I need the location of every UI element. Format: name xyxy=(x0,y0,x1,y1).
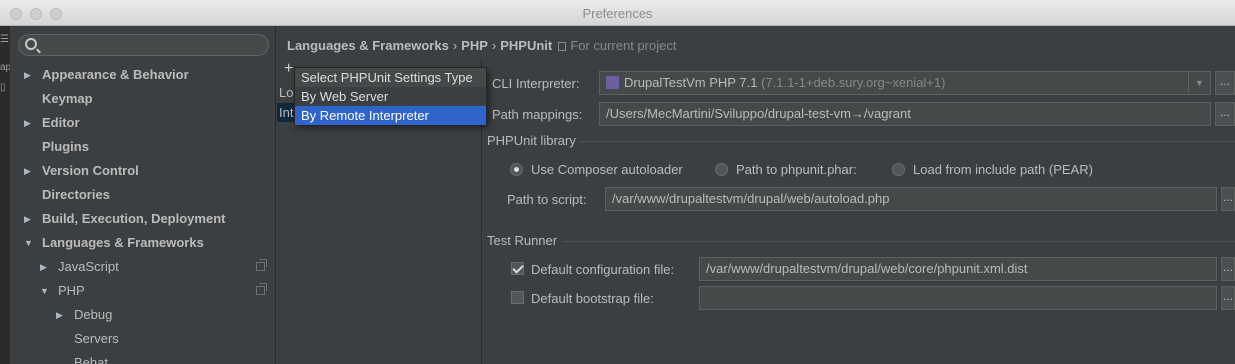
breadcrumb-languages-frameworks[interactable]: Languages & Frameworks xyxy=(287,38,449,53)
sidebar-item-directories[interactable]: Directories xyxy=(10,183,276,207)
path-mappings-field[interactable]: /Users/MecMartini/Sviluppo/drupal-test-v… xyxy=(599,102,1211,126)
default-configuration-label[interactable]: Default configuration file: xyxy=(531,262,674,277)
sidebar-item-label: Appearance & Behavior xyxy=(42,67,189,82)
path-to-script-label: Path to script: xyxy=(507,192,587,207)
cli-interpreter-version: (7.1.1-1+deb.sury.org~xenial+1) xyxy=(761,75,946,90)
path-mappings-label: Path mappings: xyxy=(492,107,583,122)
breadcrumb-separator: › xyxy=(491,38,497,53)
phpunit-settings-type-menu: Select PHPUnit Settings Type By Web Serv… xyxy=(294,67,487,125)
sidebar-item-label: Debug xyxy=(74,307,113,322)
path-to-phar-radio[interactable] xyxy=(715,163,728,176)
settings-sidebar: ▶ Appearance & Behavior Keymap ▶ Editor Plugi… xyxy=(10,26,276,364)
load-from-include-path-radio[interactable] xyxy=(892,163,905,176)
default-bootstrap-checkbox[interactable] xyxy=(511,291,524,304)
sidebar-item-label: Plugins xyxy=(42,139,89,154)
sidebar-item-appearance-behavior[interactable]: ▶ Appearance & Behavior xyxy=(10,63,276,87)
search-icon xyxy=(25,38,37,50)
default-bootstrap-label[interactable]: Default bootstrap file: xyxy=(531,291,654,306)
sidebar-item-plugins[interactable]: Plugins xyxy=(10,135,276,159)
phpunit-library-title: PHPUnit library xyxy=(487,133,576,148)
cli-interpreter-select[interactable]: DrupalTestVm PHP 7.1 (7.1.1-1+deb.sury.o… xyxy=(599,71,1211,95)
sidebar-item-languages-frameworks[interactable]: ▼ Languages & Frameworks xyxy=(10,231,276,255)
expand-arrow-icon[interactable]: ▶ xyxy=(24,63,31,87)
expand-arrow-icon[interactable]: ▶ xyxy=(24,111,31,135)
list-icon: ☰ xyxy=(0,34,9,45)
breadcrumb-separator: › xyxy=(452,38,458,53)
breadcrumb: Languages & Frameworks › PHP › PHPUnit For cu… xyxy=(287,38,676,53)
sidebar-item-label: JavaScript xyxy=(58,259,119,274)
use-composer-autoloader-radio[interactable] xyxy=(510,163,523,176)
sidebar-item-label: Languages & Frameworks xyxy=(42,235,204,250)
menu-item-by-web-server[interactable]: By Web Server xyxy=(295,87,486,106)
project-scope-label: For current project xyxy=(570,38,677,53)
add-configuration-button[interactable]: + xyxy=(284,60,293,78)
sidebar-item-version-control[interactable]: ▶ Version Control xyxy=(10,159,276,183)
sidebar-item-label: Keymap xyxy=(42,91,93,106)
sidebar-item-php[interactable]: ▼ PHP xyxy=(10,279,276,303)
expand-arrow-icon[interactable]: ▶ xyxy=(24,207,31,231)
path-to-phar-label[interactable]: Path to phpunit.phar: xyxy=(736,162,857,177)
load-from-include-path-label[interactable]: Load from include path (PEAR) xyxy=(913,162,1093,177)
project-level-icon xyxy=(256,283,267,295)
sidebar-item-label: Version Control xyxy=(42,163,139,178)
path-to-script-field[interactable]: /var/www/drupaltestvm/drupal/web/autoloa… xyxy=(605,187,1217,211)
sidebar-item-servers[interactable]: Servers xyxy=(10,327,276,351)
default-configuration-checkbox[interactable] xyxy=(511,262,524,275)
configuration-item-local[interactable]: Lo xyxy=(279,85,293,100)
sidebar-item-behat[interactable]: Behat xyxy=(10,351,276,364)
sidebar-item-label: Behat xyxy=(74,355,108,364)
cli-interpreter-label: CLI Interpreter: xyxy=(492,76,580,91)
expand-arrow-icon[interactable]: ▶ xyxy=(24,159,31,183)
section-divider xyxy=(562,241,1235,242)
file-icon: ▯ xyxy=(0,82,6,93)
sidebar-item-label: PHP xyxy=(58,283,85,298)
cli-interpreter-browse-button[interactable]: ... xyxy=(1215,71,1235,95)
sidebar-item-editor[interactable]: ▶ Editor xyxy=(10,111,276,135)
settings-search-input[interactable] xyxy=(18,34,269,56)
php-icon xyxy=(606,76,619,89)
expand-arrow-icon[interactable]: ▼ xyxy=(24,231,33,255)
default-bootstrap-field[interactable] xyxy=(699,286,1217,310)
cli-interpreter-value: DrupalTestVm PHP 7.1 xyxy=(624,75,758,90)
default-configuration-browse-button[interactable]: ... xyxy=(1221,257,1235,281)
background-window-edge: ☰ ap ▯ xyxy=(0,26,11,364)
test-runner-title: Test Runner xyxy=(487,233,558,248)
expand-arrow-icon[interactable]: ▼ xyxy=(40,279,49,303)
sidebar-item-label: Editor xyxy=(42,115,80,130)
path-mappings-browse-button[interactable]: ... xyxy=(1215,102,1235,126)
sidebar-item-label: Build, Execution, Deployment xyxy=(42,211,226,226)
project-level-icon xyxy=(256,259,267,271)
sidebar-item-build-execution-deployment[interactable]: ▶ Build, Execution, Deployment xyxy=(10,207,276,231)
menu-item-by-remote-interpreter[interactable]: By Remote Interpreter xyxy=(295,106,486,125)
sidebar-item-keymap[interactable]: Keymap xyxy=(10,87,276,111)
title-bar: Preferences xyxy=(0,0,1235,26)
sidebar-item-javascript[interactable]: ▶ JavaScript xyxy=(10,255,276,279)
project-icon xyxy=(558,42,567,51)
default-configuration-field[interactable]: /var/www/drupaltestvm/drupal/web/core/ph… xyxy=(699,257,1217,281)
menu-header: Select PHPUnit Settings Type xyxy=(295,68,486,87)
window-title: Preferences xyxy=(582,6,653,21)
path-to-script-browse-button[interactable]: ... xyxy=(1221,187,1235,211)
sidebar-item-debug[interactable]: ▶ Debug xyxy=(10,303,276,327)
breadcrumb-php[interactable]: PHP xyxy=(461,38,488,53)
chevron-down-icon: ▼ xyxy=(1188,72,1210,94)
breadcrumb-phpunit: PHPUnit xyxy=(500,38,553,53)
expand-arrow-icon[interactable]: ▶ xyxy=(56,303,63,327)
sidebar-item-label: Directories xyxy=(42,187,110,202)
expand-arrow-icon[interactable]: ▶ xyxy=(40,255,47,279)
section-divider xyxy=(580,141,1235,142)
default-bootstrap-browse-button[interactable]: ... xyxy=(1221,286,1235,310)
sidebar-item-label: Servers xyxy=(74,331,119,346)
use-composer-autoloader-label[interactable]: Use Composer autoloader xyxy=(531,162,683,177)
